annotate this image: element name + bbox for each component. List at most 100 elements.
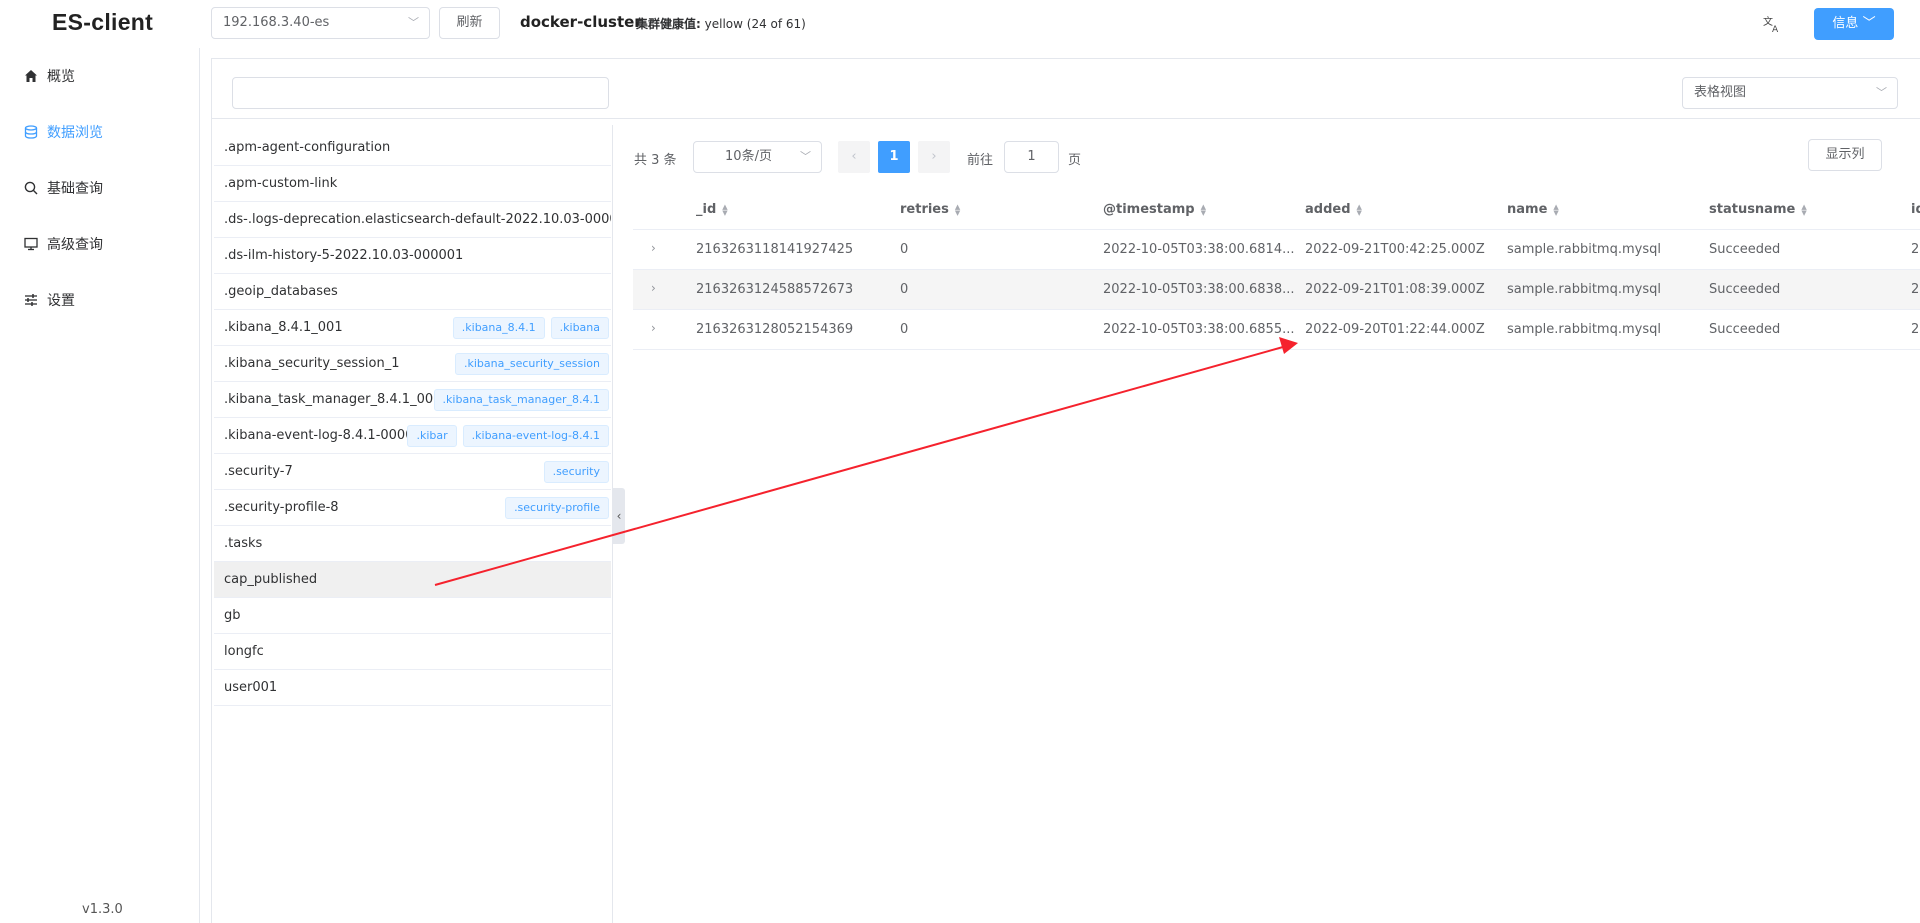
index-item[interactable]: user001 [214, 670, 611, 706]
sidebar-item-label: 数据浏览 [47, 125, 103, 141]
index-item[interactable]: .kibana_task_manager_8.4.1_001 .kibana_ta… [214, 382, 611, 418]
column-header[interactable]: added ▲ ▼ [1305, 202, 1362, 217]
table-cell: 2022-09-21T00:42:25.000Z [1305, 242, 1485, 257]
sort-icon[interactable]: ▲ ▼ [1801, 203, 1806, 216]
chevron-down-icon: ﹀ [1862, 16, 1876, 31]
index-item[interactable]: longfc [214, 634, 611, 670]
host-select[interactable]: 192.168.3.40-es ﹀ [211, 7, 430, 39]
host-select-value: 192.168.3.40-es [223, 15, 330, 30]
page-size-select[interactable]: 10条/页 ﹀ [693, 141, 822, 173]
index-item[interactable]: .tasks [214, 526, 611, 562]
index-item[interactable]: .kibana_8.4.1_001 .kibana_8.4.1 .kibana [214, 310, 611, 346]
translate-icon[interactable]: 文A [1762, 14, 1782, 35]
prev-page-button[interactable]: ‹ [838, 141, 870, 173]
sidebar-item-data-browse[interactable]: 数据浏览 [22, 118, 103, 146]
sidebar-item-advanced-query[interactable]: 高级查询 [22, 230, 103, 258]
alias-tag[interactable]: .kibana_security_session [455, 353, 609, 375]
column-header[interactable]: name ▲ ▼ [1507, 202, 1559, 217]
view-mode-value: 表格视图 [1694, 85, 1747, 100]
column-header-label: statusname [1709, 202, 1796, 217]
sort-icon[interactable]: ▲ ▼ [722, 203, 727, 216]
index-item[interactable]: .ds-ilm-history-5-2022.10.03-000001 [214, 238, 611, 274]
alias-tags: .kibana_8.4.1 .kibana [452, 317, 609, 339]
goto-page-input[interactable]: 1 [1004, 141, 1059, 173]
divider [212, 118, 1920, 119]
column-header-label: name [1507, 202, 1548, 217]
next-page-button[interactable]: › [918, 141, 950, 173]
chevron-down-icon: ﹀ [408, 16, 419, 29]
index-item[interactable]: .ds-.logs-deprecation.elasticsearch-defa… [214, 202, 611, 238]
alias-tag[interactable]: .kibana_8.4.1 [452, 317, 545, 339]
table-cell: 2163263124588572673 [696, 282, 854, 297]
alias-tags: .security-profile [505, 497, 609, 519]
index-name: longfc [224, 644, 264, 659]
sidebar-item-basic-query[interactable]: 基础查询 [22, 174, 103, 202]
alias-tag[interactable]: .security-profile [505, 497, 609, 519]
index-name: .kibana_security_session_1 [224, 356, 400, 371]
chevron-down-icon: ﹀ [1876, 86, 1887, 99]
view-mode-select[interactable]: 表格视图 ﹀ [1682, 77, 1898, 109]
expand-row-icon[interactable]: › [651, 321, 656, 335]
cluster-health: 集群健康值: yellow (24 of 61) [636, 15, 806, 32]
table-cell: 0 [900, 322, 909, 337]
alias-tag[interactable]: .kibana_task_manager_8.4.1 [433, 389, 609, 411]
alias-tag[interactable]: .kibana-event-log-8.4.1 [462, 425, 609, 447]
sidebar-item-overview[interactable]: 概览 [22, 62, 75, 90]
sidebar-item-settings[interactable]: 设置 [22, 286, 75, 314]
sort-icon[interactable]: ▲ ▼ [1201, 203, 1206, 216]
index-item[interactable]: gb [214, 598, 611, 634]
index-name: .kibana-event-log-8.4.1-000001 [224, 428, 431, 443]
page-number-current[interactable]: 1 [878, 141, 910, 173]
alias-tags: .security [543, 461, 609, 483]
svg-text:A: A [1772, 25, 1779, 34]
goto-label: 前往 [967, 153, 994, 168]
index-item[interactable]: .apm-agent-configuration [214, 130, 611, 166]
sort-icon[interactable]: ▲ ▼ [1357, 203, 1362, 216]
table-row[interactable]: › 2163263128052154369 0 2022-10-05T03:38:00… [633, 310, 1920, 350]
chevron-left-icon: ‹ [616, 509, 622, 523]
index-item[interactable]: .kibana_security_session_1 .kibana_securi… [214, 346, 611, 382]
app-title: ES-client [52, 9, 154, 35]
alias-tag[interactable]: .kibar [407, 425, 457, 447]
alias-tag[interactable]: .kibana [550, 317, 609, 339]
column-header[interactable]: @timestamp ▲ ▼ [1103, 202, 1206, 217]
page-suffix: 页 [1068, 153, 1082, 168]
table-cell: sample.rabbitmq.mysql [1507, 322, 1661, 337]
index-name: .apm-agent-configuration [224, 140, 391, 155]
alias-tag[interactable]: .security [543, 461, 609, 483]
sort-icon[interactable]: ▲ ▼ [955, 203, 960, 216]
app-version: v1.3.0 [82, 902, 123, 917]
index-item[interactable]: .security-7 .security [214, 454, 611, 490]
column-header[interactable]: retries ▲ ▼ [900, 202, 960, 217]
table-cell: 0 [900, 242, 909, 257]
index-item[interactable]: .security-profile-8 .security-profile [214, 490, 611, 526]
table-row[interactable]: › 2163263118141927425 0 2022-10-05T03:38:00… [633, 230, 1920, 270]
show-columns-button[interactable]: 显示列 [1808, 139, 1882, 171]
expand-row-icon[interactable]: › [651, 241, 656, 255]
sidebar-item-label: 基础查询 [47, 181, 103, 197]
column-header[interactable]: _id ▲ ▼ [696, 202, 728, 217]
collapse-panel-handle[interactable]: ‹ [613, 488, 625, 544]
table-cell: 216 [1911, 242, 1920, 257]
column-header[interactable]: statusname ▲ ▼ [1709, 202, 1807, 217]
column-header-label: id [1911, 202, 1920, 217]
top-bar: ES-client 192.168.3.40-es ﹀ 刷新 docker-cl… [0, 0, 1920, 48]
index-name: .tasks [224, 536, 263, 551]
sidebar-item-label: 概览 [47, 69, 75, 85]
table-cell: 216 [1911, 322, 1920, 337]
index-name: .apm-custom-link [224, 176, 338, 191]
index-item[interactable]: .kibana-event-log-8.4.1-000001 .kibar .kib… [214, 418, 611, 454]
table-cell: Succeeded [1709, 242, 1781, 257]
index-item[interactable]: .geoip_databases [214, 274, 611, 310]
refresh-button[interactable]: 刷新 [439, 7, 500, 39]
sort-icon[interactable]: ▲ ▼ [1553, 203, 1558, 216]
index-item[interactable]: .apm-custom-link [214, 166, 611, 202]
index-item[interactable]: cap_published [214, 562, 611, 598]
expand-row-icon[interactable]: › [651, 281, 656, 295]
table-cell: 216 [1911, 282, 1920, 297]
table-row[interactable]: › 2163263124588572673 0 2022-10-05T03:38:00… [633, 270, 1920, 310]
column-header[interactable]: id [1911, 202, 1920, 217]
info-button[interactable]: 信息 ﹀ [1814, 8, 1894, 40]
alias-tags: .kibana_security_session [455, 353, 609, 375]
index-filter-input[interactable] [232, 77, 609, 109]
